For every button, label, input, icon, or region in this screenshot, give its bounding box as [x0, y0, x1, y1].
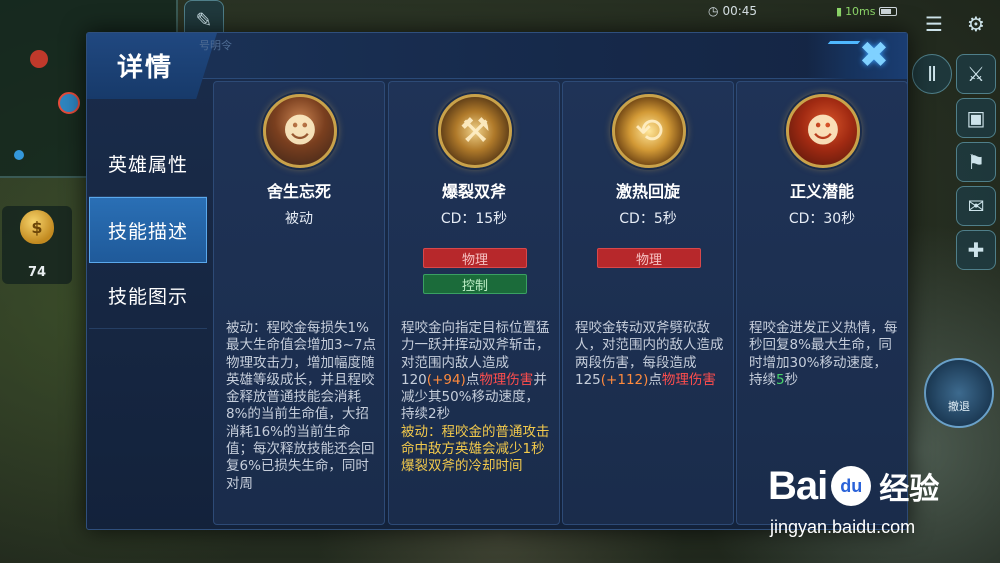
signal-icon: ▮	[836, 4, 843, 18]
retreat-label: 撤退	[948, 400, 970, 413]
twin-axe-icon: ⚒	[438, 94, 512, 168]
desc-text: 秒	[784, 371, 799, 388]
tab-skill-description[interactable]: 技能描述	[89, 197, 207, 263]
menu-icon[interactable]: ☰	[914, 4, 954, 44]
desc-passive-text: 被动：程咬金的普通攻击命中敌方英雄会减少1秒爆裂双斧的冷却时间	[401, 423, 550, 475]
desc-text: 程咬金迸发正义热情，每秒回复8%最大生命，同时增加30%移动速度，持续	[749, 320, 898, 388]
shop-icon[interactable]: ▣	[956, 98, 996, 138]
skill-description: 被动：程咬金每损失1%最大生命值会增加3~7点物理攻击力，增加幅度随英雄等级成长…	[226, 320, 376, 520]
skill-name: 激热回旋	[615, 182, 680, 201]
desc-bonus-value: (+112)	[600, 371, 649, 388]
side-nav: 英雄属性 技能描述 技能图示	[89, 131, 207, 329]
skill-description: 程咬金转动双斧劈砍敌人，对范围内的敌人造成两段伤害，每段造成125(+112)点…	[575, 320, 725, 520]
justice-hero-glyph: ☻	[805, 111, 841, 151]
skill-name: 舍生忘死	[266, 182, 331, 201]
match-timer: ◷ 00:45	[708, 2, 838, 20]
logo-text-bai: Bai	[768, 463, 828, 508]
twin-axe-glyph: ⚒	[459, 111, 491, 151]
dialog-title: 详情	[117, 53, 174, 83]
tag-physical: 物理	[597, 248, 701, 268]
pause-icon[interactable]: Ⅱ	[912, 54, 952, 94]
desc-duration-value: 5	[776, 371, 785, 388]
skill-card-1: ⚒ 爆裂双斧 CD：15秒 物理 控制 程咬金向指定目标位置猛力一跃并挥动双斧斩…	[388, 81, 560, 525]
hero-portrait-icon: ☻	[263, 94, 337, 168]
flag-icon[interactable]: ⚑	[956, 142, 996, 182]
tag-control: 控制	[423, 274, 527, 294]
skill-card-2: ⟲ 激热回旋 CD：5秒 物理 程咬金转动双斧劈砍敌人，对范围内的敌人造成两段伤…	[562, 81, 734, 525]
close-button[interactable]: ✖	[855, 37, 893, 75]
desc-text: 点	[648, 371, 662, 388]
skill-description: 程咬金向指定目标位置猛力一跃并挥动双斧斩击，对范围内敌人造成120(+94)点物…	[401, 320, 551, 520]
clock-icon: ◷	[708, 4, 719, 18]
watermark-url: jingyan.baidu.com	[770, 517, 916, 537]
minimap-ally-marker	[14, 150, 24, 160]
tag-physical: 物理	[423, 248, 527, 268]
skill-cooldown: CD：30秒	[788, 211, 856, 227]
skill-name: 爆裂双斧	[441, 182, 506, 201]
network-status: ▮ 10ms	[836, 2, 906, 20]
skill-name: 正义潜能	[789, 182, 854, 201]
skill-card-passive: ☻ 舍生忘死 被动 被动：程咬金每损失1%最大生命值会增加3~7点物理攻击力，增…	[213, 81, 385, 525]
tab-skill-diagram[interactable]: 技能图示	[89, 263, 207, 329]
paw-icon: du	[831, 466, 872, 506]
spin-axe-icon: ⟲	[612, 94, 686, 168]
justice-hero-icon: ☻	[786, 94, 860, 168]
sword-icon[interactable]: ⚔	[956, 54, 996, 94]
spin-axe-glyph: ⟲	[634, 111, 664, 151]
signal-ping-icon[interactable]: ✚	[956, 230, 996, 270]
hero-portrait-glyph: ☻	[282, 111, 318, 151]
retreat-skill-button[interactable]: 撤退	[924, 358, 994, 428]
skill-cooldown: CD：5秒	[619, 211, 677, 227]
tab-hero-attributes[interactable]: 英雄属性	[89, 131, 207, 197]
ping-value: 10ms	[845, 4, 876, 18]
desc-bonus-value: (+94)	[426, 371, 466, 388]
match-time: 00:45	[722, 4, 758, 18]
header-faded-text: 号明令	[199, 39, 232, 52]
desc-text: 被动：程咬金每损失1%最大生命值会增加3~7点物理攻击力，增加幅度随英雄等级成长…	[226, 320, 376, 492]
battery-icon	[878, 6, 897, 16]
skill-cooldown: 被动	[285, 211, 313, 227]
desc-damage-type: 物理伤害	[661, 371, 716, 388]
gold-count: 74	[27, 265, 47, 280]
desc-damage-type: 物理伤害	[479, 371, 534, 388]
logo-text-jingyan: 经验	[879, 472, 940, 507]
skill-cooldown: CD：15秒	[440, 211, 508, 227]
baidu-jingyan-watermark: Bai du 经验 jingyan.baidu.com	[760, 455, 996, 545]
gold-panel[interactable]: $ 74	[2, 206, 72, 284]
minimap-enemy-marker	[30, 50, 48, 68]
baidu-logo: Bai du 经验	[768, 463, 939, 509]
money-bag-icon: $	[20, 210, 54, 244]
minimap-player-marker	[58, 92, 80, 114]
chat-icon[interactable]: ✉	[956, 186, 996, 226]
settings-gear-icon[interactable]: ⚙	[956, 4, 996, 44]
desc-text: 点	[465, 371, 480, 388]
